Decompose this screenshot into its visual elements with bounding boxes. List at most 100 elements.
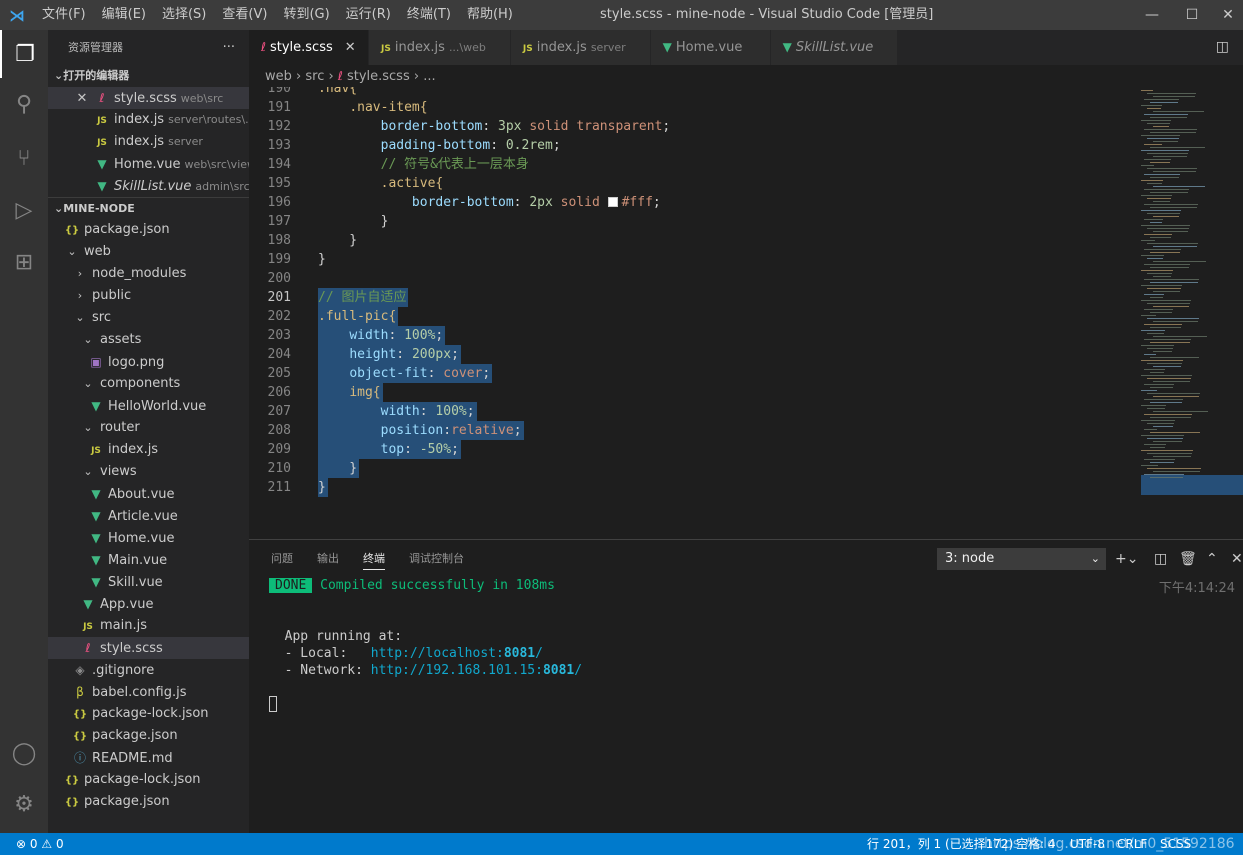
breadcrumb-item[interactable]: src (305, 69, 324, 84)
file-name: Article.vue (108, 509, 178, 524)
close-panel-icon[interactable]: ✕ (1231, 548, 1243, 570)
split-terminal-icon[interactable]: ◫ (1154, 548, 1167, 570)
minimap[interactable] (1139, 87, 1243, 539)
code-token: : (396, 347, 412, 362)
panel-tab[interactable]: 输出 (317, 548, 339, 570)
panel-tab[interactable]: 问题 (271, 548, 293, 570)
open-editor-item[interactable]: ✕ ℓ style.scss web\src (48, 87, 249, 109)
tree-item[interactable]: ⌄ router (48, 417, 249, 439)
problems-status[interactable]: ⊗ 0 ⚠ 0 (16, 833, 64, 855)
more-actions-icon[interactable]: ··· (223, 30, 235, 65)
minimap-line (1147, 363, 1182, 364)
menu-item[interactable]: 编辑(E) (94, 0, 154, 30)
line-number: 198 (267, 233, 291, 248)
open-editor-item[interactable]: JS index.js server (48, 131, 249, 153)
menu-item[interactable]: 文件(F) (34, 0, 94, 30)
tree-item[interactable]: ▼ App.vue (48, 593, 249, 615)
tree-item[interactable]: ▼ Home.vue (48, 527, 249, 549)
tree-item[interactable]: › public (48, 285, 249, 307)
tree-item[interactable]: ⌄ assets (48, 329, 249, 351)
tree-item[interactable]: ▼ Skill.vue (48, 571, 249, 593)
tree-item[interactable]: {} package-lock.json (48, 703, 249, 725)
source-control-icon[interactable]: ⑂ (0, 134, 48, 182)
close-window-icon[interactable]: ✕ (1205, 0, 1243, 30)
tree-item[interactable]: {} package-lock.json (48, 769, 249, 791)
run-debug-icon[interactable]: ▷ (0, 186, 48, 234)
breadcrumb-item[interactable]: ... (423, 69, 435, 84)
menu-item[interactable]: 查看(V) (214, 0, 275, 30)
extensions-icon[interactable]: ⊞ (0, 238, 48, 286)
color-swatch[interactable] (607, 197, 618, 207)
minimap-line (1153, 246, 1197, 247)
network-url-end[interactable]: / (574, 663, 582, 678)
close-icon[interactable]: ✕ (74, 88, 90, 109)
tree-item[interactable]: ⌄ src (48, 307, 249, 329)
breadcrumb-item[interactable]: style.scss (347, 69, 410, 84)
tree-item[interactable]: {} package.json (48, 791, 249, 813)
open-editor-item[interactable]: JS index.js server\routes\... (48, 109, 249, 131)
menu-item[interactable]: 选择(S) (154, 0, 214, 30)
trash-icon[interactable]: 🗑 (1179, 548, 1197, 570)
menu-item[interactable]: 运行(R) (338, 0, 399, 30)
tree-item[interactable]: ⌄ components (48, 373, 249, 395)
tab-home-vue[interactable]: ▼ Home.vue (650, 30, 771, 65)
minimap-line (1144, 324, 1182, 325)
tree-item[interactable]: ⌄ views (48, 461, 249, 483)
tree-item[interactable]: JS main.js (48, 615, 249, 637)
tree-item[interactable]: › node_modules (48, 263, 249, 285)
tree-item[interactable]: ▼ Article.vue (48, 505, 249, 527)
menu-item[interactable]: 终端(T) (399, 0, 459, 30)
code-editor[interactable]: 190 .nav{191 .nav-item{192 border-bottom:… (249, 87, 1139, 539)
tree-item[interactable]: β babel.config.js (48, 681, 249, 703)
file-name: public (92, 288, 132, 303)
panel-tab[interactable]: 终端 (363, 548, 385, 570)
gear-icon[interactable]: ⚙ (0, 780, 48, 828)
tab-style-scss[interactable]: ℓ style.scss ✕ (249, 30, 369, 65)
tab-skilllist-vue[interactable]: ▼ SkillList.vue (770, 30, 899, 65)
network-url[interactable]: http://192.168.101.15: (371, 663, 543, 678)
tree-item[interactable]: ▼ HelloWorld.vue (48, 395, 249, 417)
close-icon[interactable]: ✕ (345, 40, 356, 55)
tree-item[interactable]: {} package.json (48, 219, 249, 241)
breadcrumb-item[interactable]: web (265, 69, 292, 84)
chevron-up-icon[interactable]: ⌃ (1206, 548, 1218, 570)
scss-file-icon: ℓ (99, 91, 105, 105)
tree-item[interactable]: ▼ About.vue (48, 483, 249, 505)
open-editors-header[interactable]: ⌄打开的编辑器 (48, 65, 249, 87)
network-port[interactable]: 8081 (543, 663, 574, 678)
tree-item[interactable]: ⓘ README.md (48, 747, 249, 769)
tree-item[interactable]: ▼ Main.vue (48, 549, 249, 571)
menu-item[interactable]: 转到(G) (275, 0, 337, 30)
tab-index-js[interactable]: JS index.js server (510, 30, 651, 65)
tree-item[interactable]: JS index.js (48, 439, 249, 461)
explorer-icon[interactable]: ❐ (0, 30, 48, 78)
minimap-line (1141, 225, 1190, 226)
local-url[interactable]: http://localhost: (371, 646, 504, 661)
code-line: 209 top: -50%; (249, 440, 1139, 459)
split-editor-icon[interactable]: ◫ (1216, 30, 1229, 65)
line-number: 197 (267, 214, 291, 229)
new-terminal-icon[interactable]: +⌄ (1115, 548, 1138, 570)
code-text: // 符号&代表上一层本身 (318, 155, 529, 174)
panel-tab[interactable]: 调试控制台 (409, 548, 464, 570)
tree-item[interactable]: ◈ .gitignore (48, 659, 249, 681)
tree-item[interactable]: ℓ style.scss (48, 637, 249, 659)
line-number: 204 (267, 347, 291, 362)
local-port[interactable]: 8081 (504, 646, 535, 661)
tree-item[interactable]: ▣ logo.png (48, 351, 249, 373)
open-editor-item[interactable]: ▼ SkillList.vueadmin\src\... (48, 175, 249, 197)
account-icon[interactable]: ◯ (0, 729, 48, 777)
project-header[interactable]: ⌄MINE-NODE (48, 197, 249, 219)
minimap-line (1150, 282, 1198, 283)
open-editor-item[interactable]: ▼ Home.vueweb\src\views (48, 153, 249, 175)
tree-item[interactable]: ⌄ web (48, 241, 249, 263)
tree-item[interactable]: {} package.json (48, 725, 249, 747)
local-url-end[interactable]: / (535, 646, 543, 661)
code-token: } (318, 214, 389, 229)
tab-index-js[interactable]: JS index.js ...\web (369, 30, 511, 65)
menu-item[interactable]: 帮助(H) (459, 0, 521, 30)
terminal-select[interactable]: 3: node ⌄ (937, 548, 1106, 570)
file-path: web\src\views (184, 158, 249, 171)
search-icon[interactable]: ⚲ (0, 80, 48, 128)
